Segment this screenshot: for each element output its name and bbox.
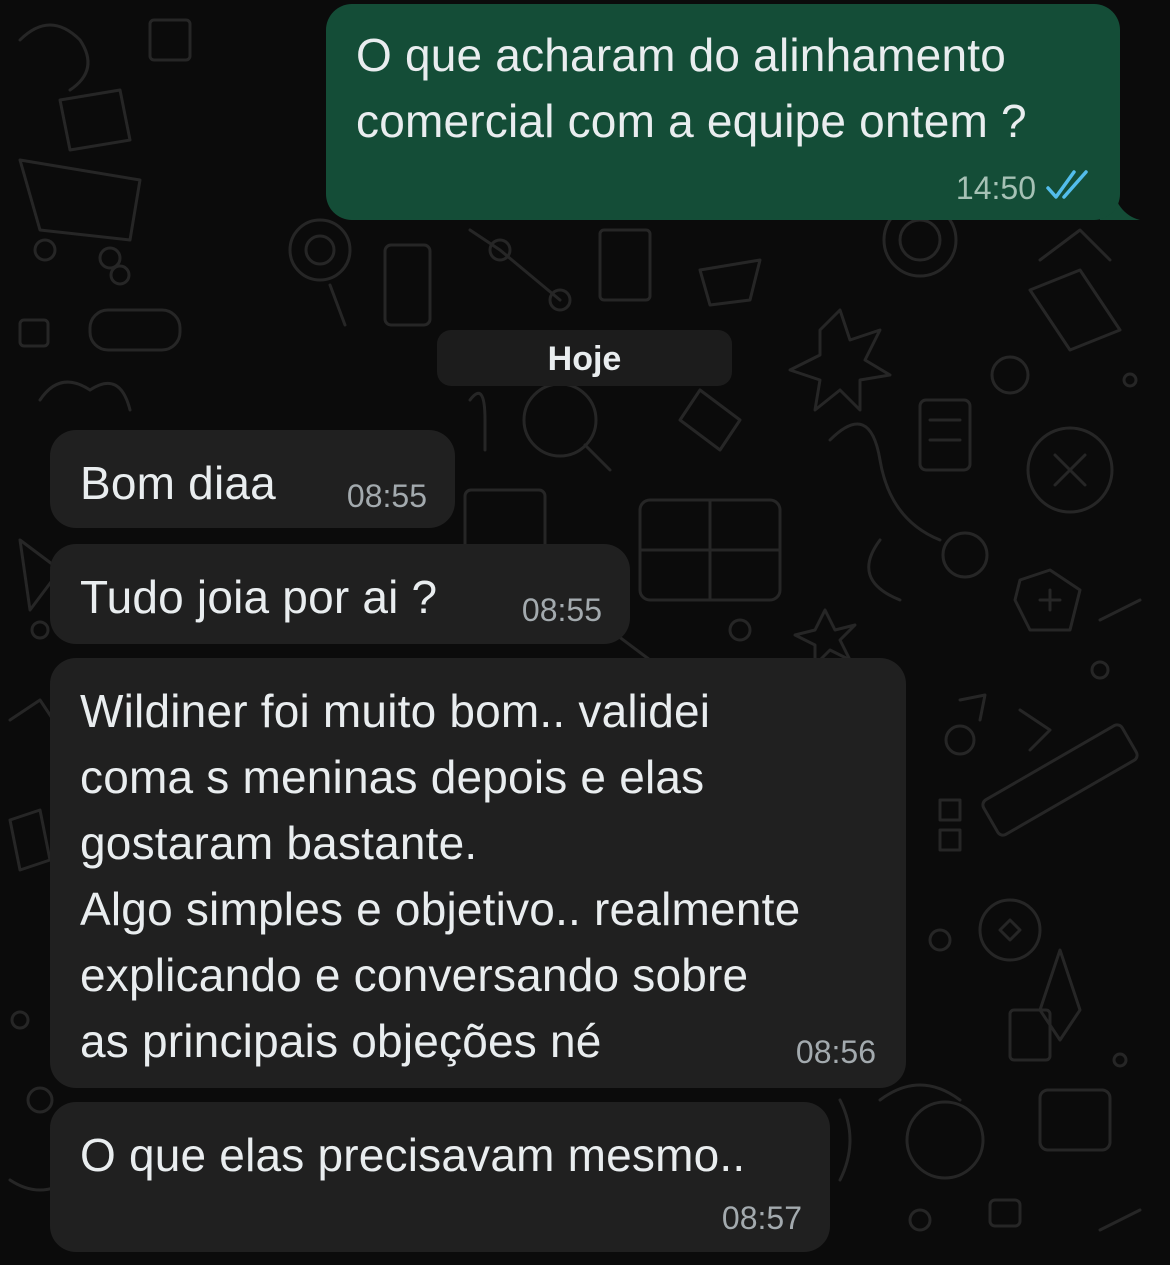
double-check-icon xyxy=(1046,170,1088,199)
incoming-message[interactable]: Tudo joia por ai ? 08:55 xyxy=(50,544,630,644)
message-text: O que elas precisavam mesmo.. xyxy=(80,1129,746,1181)
message-time: 08:55 xyxy=(346,478,427,514)
outgoing-message[interactable]: O que acharam do alinhamento comercial c… xyxy=(326,4,1120,220)
message-time: 08:55 xyxy=(521,592,602,628)
message-time: 08:57 xyxy=(721,1200,802,1236)
message-text: Wildiner foi muito bom.. validei coma s … xyxy=(80,685,801,1067)
incoming-message[interactable]: Bom diaa 08:55 xyxy=(50,430,455,528)
message-text: O que acharam do alinhamento comercial c… xyxy=(356,29,1027,147)
message-text: Bom diaa xyxy=(80,457,276,509)
date-separator: Hoje xyxy=(437,330,732,386)
incoming-message[interactable]: O que elas precisavam mesmo.. 08:57 xyxy=(50,1102,830,1252)
message-time: 08:56 xyxy=(795,1034,876,1070)
incoming-message[interactable]: Wildiner foi muito bom.. validei coma s … xyxy=(50,658,906,1088)
message-time: 14:50 xyxy=(955,170,1036,206)
message-text: Tudo joia por ai ? xyxy=(80,571,438,623)
